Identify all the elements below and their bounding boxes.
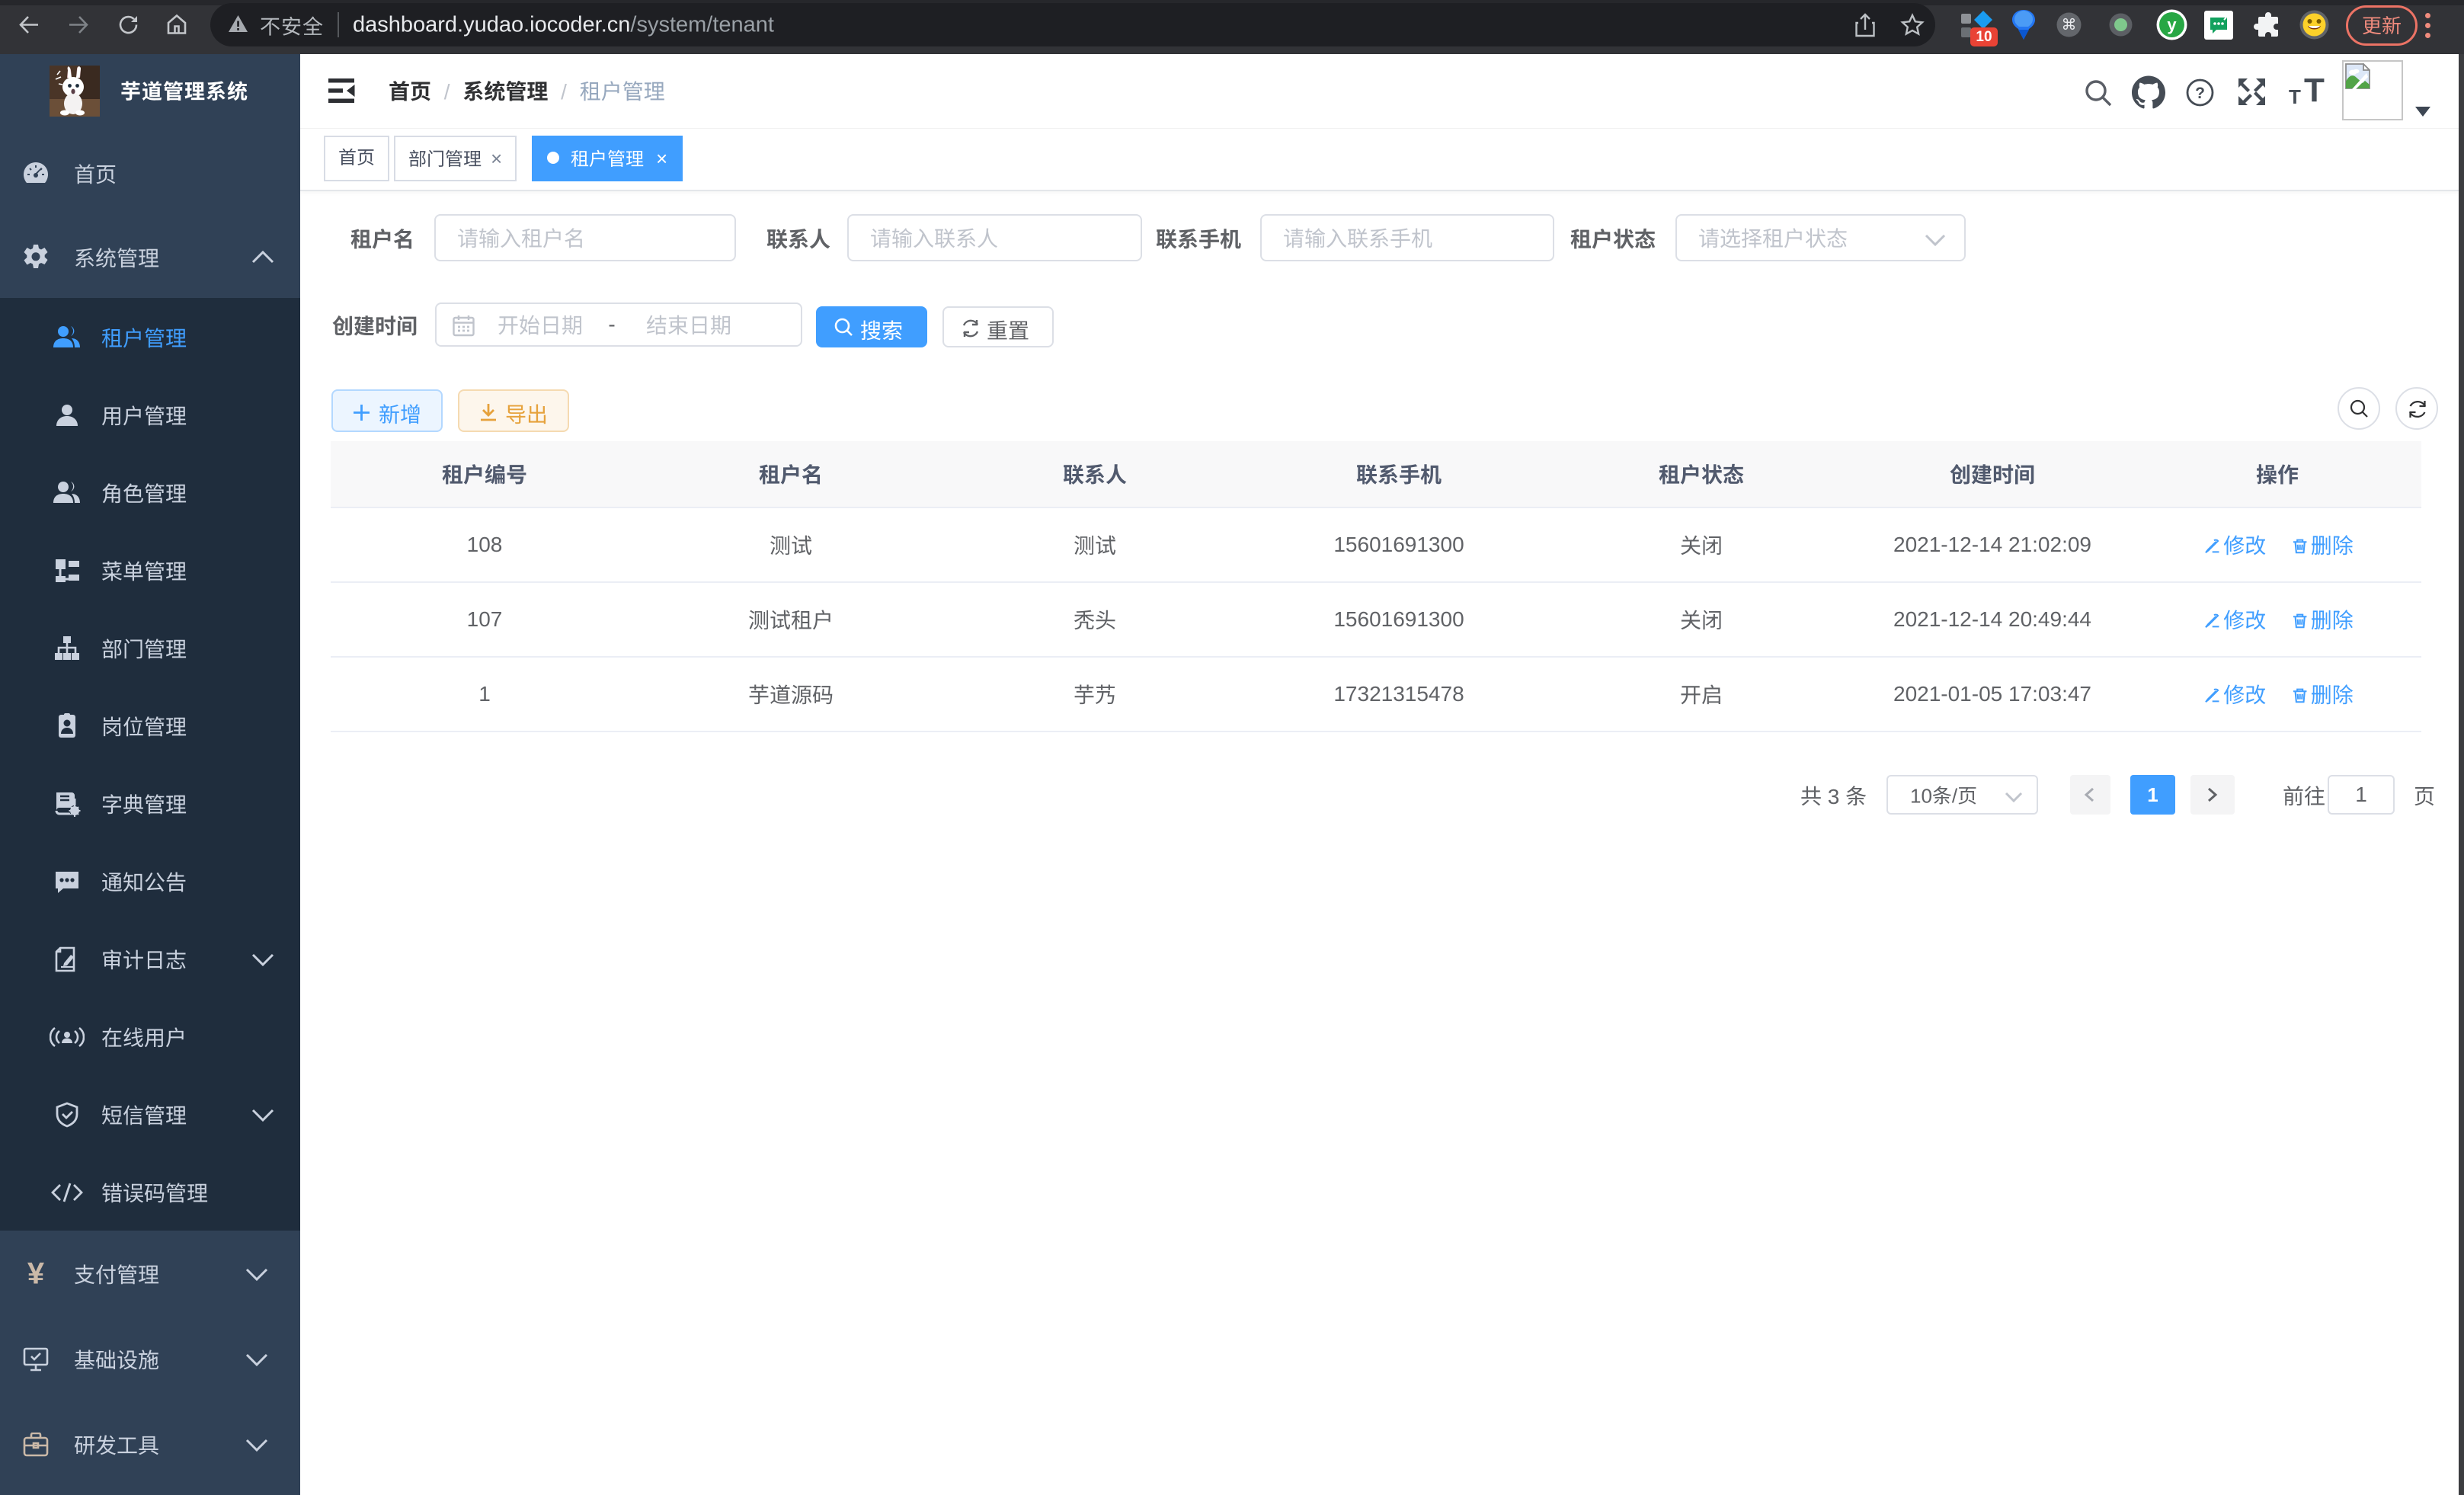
- svg-text:?: ?: [2195, 85, 2205, 102]
- svg-text:⌘: ⌘: [2062, 17, 2077, 34]
- svg-text:y: y: [2167, 15, 2177, 34]
